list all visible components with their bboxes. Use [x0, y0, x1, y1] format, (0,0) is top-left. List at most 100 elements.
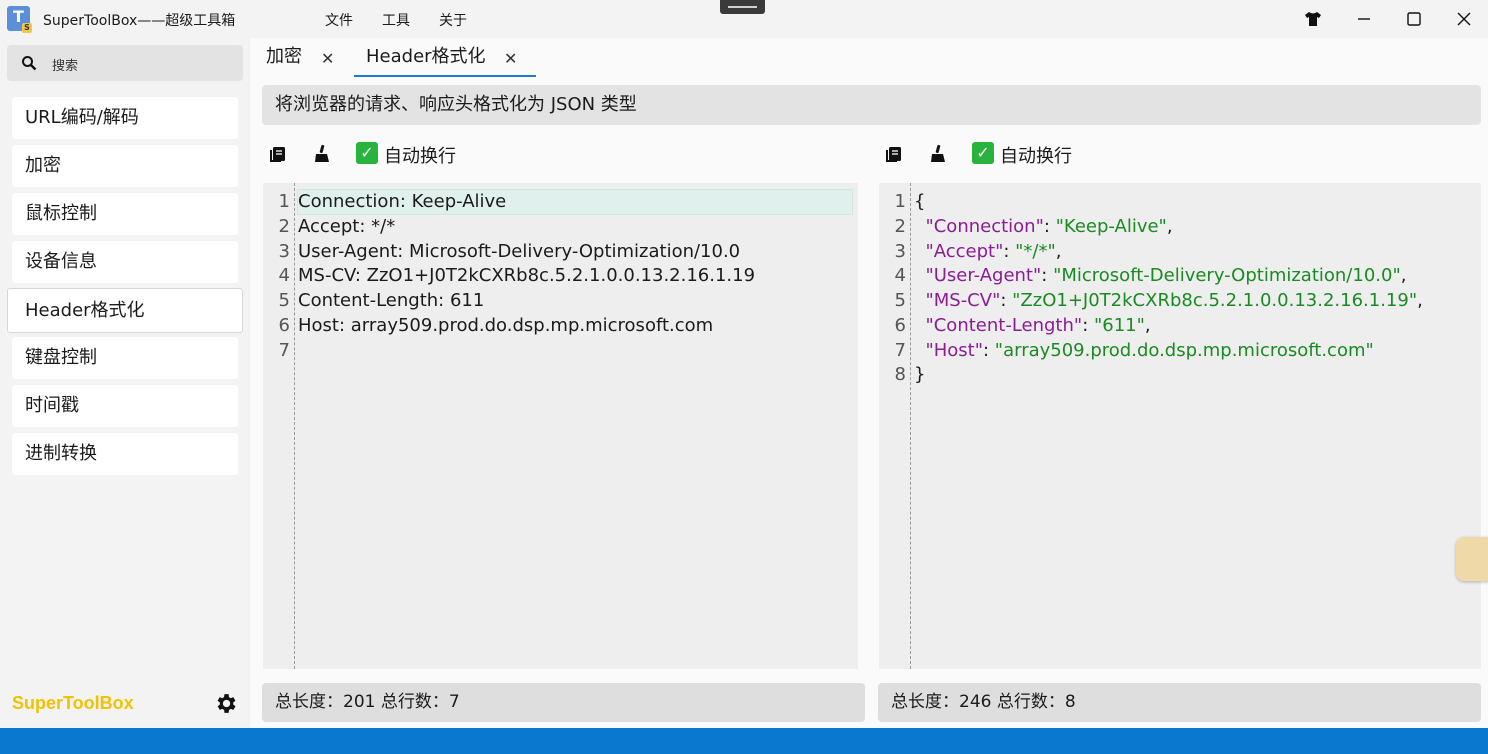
code-line: User-Agent: Microsoft-Delivery-Optimizat…	[298, 241, 741, 262]
line-number: 1	[278, 191, 290, 212]
window-title: SuperToolBox——超级工具箱	[43, 13, 236, 29]
json-line: "User-Agent": "Microsoft-Delivery-Optimi…	[914, 265, 1406, 286]
broom-icon[interactable]	[312, 144, 332, 164]
menu-tools[interactable]: 工具	[382, 10, 410, 30]
app-logo: TS	[7, 6, 32, 33]
json-value: "611"	[1093, 315, 1145, 336]
minimize-button[interactable]	[1341, 0, 1387, 38]
json-comma: ,	[1166, 216, 1173, 237]
search-input[interactable]: 搜索	[7, 45, 243, 81]
json-comma: ,	[1417, 290, 1423, 311]
json-value: "Keep-Alive"	[1055, 216, 1167, 237]
code-line: Host: array509.prod.do.dsp.mp.microsoft.…	[298, 315, 714, 336]
line-number: 4	[894, 265, 906, 286]
maximize-icon	[1407, 12, 1421, 26]
code-line: Accept: */*	[298, 216, 396, 237]
menu-about[interactable]: 关于	[439, 10, 467, 30]
json-key: "MS-CV"	[925, 290, 1001, 311]
line-number: 6	[894, 315, 906, 336]
json-comma: ,	[1055, 241, 1062, 262]
json-line: "Connection": "Keep-Alive",	[914, 216, 1173, 237]
line-number-gutter: 1 2 3 4 5 6 7 8	[879, 183, 911, 669]
input-editor[interactable]: 1 2 3 4 5 6 7 Connection: Keep-Alive Acc…	[263, 183, 858, 669]
sidebar: 搜索 URL编码/解码 加密 鼠标控制 设备信息 Header格式化 键盘控制 …	[0, 38, 250, 728]
sidebar-item-device-info[interactable]: 设备信息	[12, 241, 238, 283]
copy-icon[interactable]	[884, 144, 904, 164]
json-value: "Microsoft-Delivery-Optimization/10.0"	[1053, 265, 1401, 286]
wrap-checkbox-label[interactable]: 自动换行	[1000, 142, 1072, 168]
drag-handle[interactable]	[720, 0, 765, 14]
json-open-brace: {	[914, 191, 926, 212]
checkbox-checked-icon[interactable]: ✓	[356, 142, 378, 164]
line-number: 3	[278, 241, 290, 262]
tab-encrypt[interactable]: 加密 ✕	[266, 46, 334, 78]
code-line: Content-Length: 611	[298, 290, 485, 311]
json-sep: :	[1043, 216, 1056, 237]
floating-side-tab[interactable]	[1456, 537, 1488, 581]
line-number: 7	[278, 340, 290, 361]
line-number: 6	[278, 315, 290, 336]
menu-file[interactable]: 文件	[325, 10, 353, 30]
sidebar-item-keyboard-control[interactable]: 键盘控制	[12, 337, 238, 379]
json-value: "*/*"	[1015, 241, 1056, 262]
line-number: 1	[894, 191, 906, 212]
wrap-checkbox-label[interactable]: 自动换行	[384, 142, 456, 168]
maximize-button[interactable]	[1391, 0, 1437, 38]
search-placeholder: 搜索	[52, 59, 79, 74]
active-tab-indicator	[354, 75, 536, 77]
output-editor[interactable]: 1 2 3 4 5 6 7 8 { "Connection": "Keep-Al…	[879, 183, 1481, 669]
theme-button[interactable]	[1290, 0, 1336, 38]
line-number: 7	[894, 340, 906, 361]
line-number: 2	[894, 216, 906, 237]
minimize-icon	[1358, 18, 1370, 20]
json-key: "Accept"	[925, 241, 1004, 262]
line-number: 3	[894, 241, 906, 262]
tab-label: 加密	[266, 46, 302, 67]
json-sep: :	[1041, 265, 1054, 286]
sidebar-item-header-format[interactable]: Header格式化	[7, 288, 243, 333]
sidebar-item-mouse-control[interactable]: 鼠标控制	[12, 193, 238, 235]
line-number: 4	[278, 265, 290, 286]
close-icon[interactable]: ✕	[504, 48, 517, 70]
broom-icon[interactable]	[928, 144, 948, 164]
tool-description: 将浏览器的请求、响应头格式化为 JSON 类型	[262, 85, 1481, 125]
line-number: 8	[894, 364, 906, 385]
title-bar: TS SuperToolBox——超级工具箱 文件 工具 关于	[0, 0, 1488, 38]
checkbox-checked-icon[interactable]: ✓	[972, 142, 994, 164]
json-sep: :	[1000, 290, 1013, 311]
main-content: 加密 ✕ Header格式化 ✕ 将浏览器的请求、响应头格式化为 JSON 类型…	[250, 38, 1488, 728]
json-line: "Host": "array509.prod.do.dsp.mp.microso…	[914, 340, 1374, 361]
json-comma: ,	[1144, 315, 1151, 336]
output-status: 总长度：246 总行数：8	[878, 683, 1481, 722]
brand-label: SuperToolBox	[12, 693, 134, 713]
sidebar-item-base-convert[interactable]: 进制转换	[12, 433, 238, 475]
json-value: "array509.prod.do.dsp.mp.microsoft.com"	[994, 340, 1374, 361]
close-button[interactable]	[1441, 0, 1487, 38]
sidebar-item-timestamp[interactable]: 时间戳	[12, 385, 238, 427]
line-number: 2	[278, 216, 290, 237]
bottom-status-bar	[0, 728, 1488, 754]
line-number: 5	[894, 290, 906, 311]
json-key: "Connection"	[925, 216, 1044, 237]
json-key: "Content-Length"	[925, 315, 1083, 336]
line-number-gutter: 1 2 3 4 5 6 7	[263, 183, 295, 669]
close-icon[interactable]: ✕	[321, 48, 334, 70]
json-sep: :	[1003, 241, 1016, 262]
json-value: "ZzO1+J0T2kCXRb8c.5.2.1.0.0.13.2.16.1.19…	[1012, 290, 1418, 311]
tshirt-icon	[1305, 12, 1321, 26]
sidebar-item-encrypt[interactable]: 加密	[12, 145, 238, 187]
copy-icon[interactable]	[268, 144, 288, 164]
json-line: "Content-Length": "611",	[914, 315, 1151, 336]
json-comma: ,	[1400, 265, 1407, 286]
gear-icon[interactable]	[213, 691, 238, 716]
tab-header-format[interactable]: Header格式化 ✕	[366, 46, 517, 78]
sidebar-item-url-codec[interactable]: URL编码/解码	[12, 97, 238, 139]
json-close-brace: }	[914, 364, 926, 385]
json-line: "Accept": "*/*",	[914, 241, 1062, 262]
line-number: 5	[278, 290, 290, 311]
code-line: Connection: Keep-Alive	[298, 191, 507, 212]
json-sep: :	[983, 340, 995, 361]
json-key: "Host"	[925, 340, 983, 361]
code-line: MS-CV: ZzO1+J0T2kCXRb8c.5.2.1.0.0.13.2.1…	[298, 265, 756, 286]
search-icon	[22, 56, 37, 71]
